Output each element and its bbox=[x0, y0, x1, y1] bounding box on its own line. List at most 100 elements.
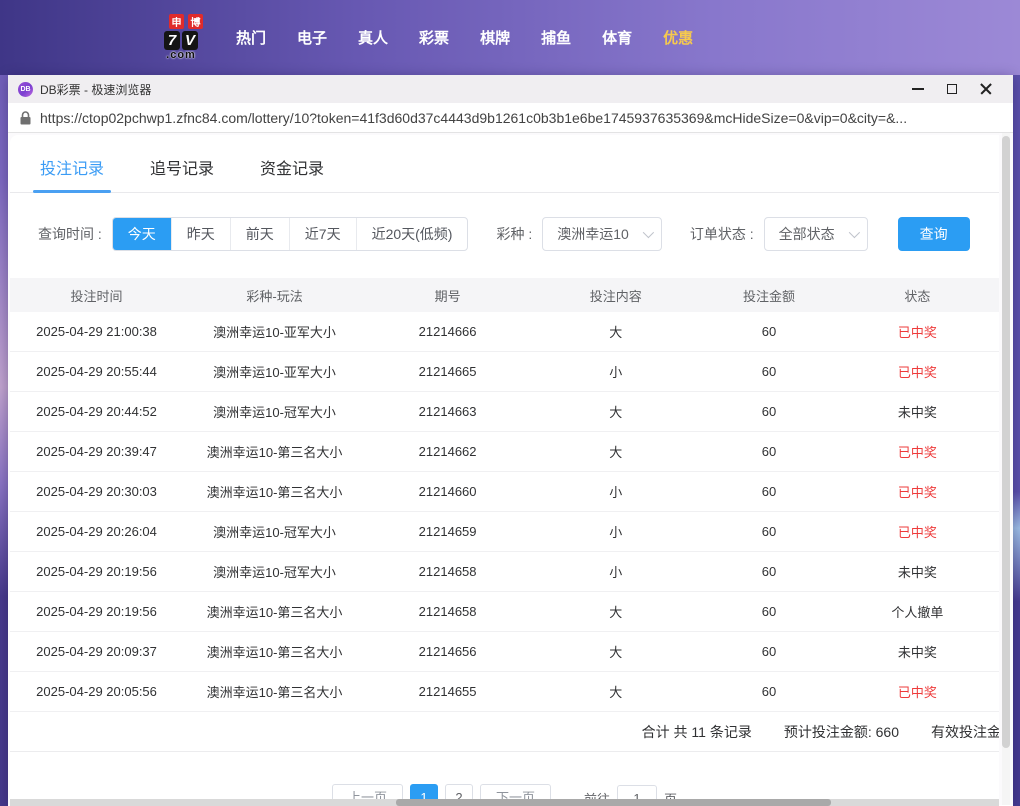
cell-content: 大 bbox=[529, 642, 702, 661]
lock-icon bbox=[20, 111, 31, 125]
status-badge: 已中奖 bbox=[836, 482, 999, 501]
cell-amount: 60 bbox=[702, 404, 836, 419]
site-header: 申 博 7 V .com 热门 电子 真人 彩票 棋牌 捕鱼 体育 优惠 bbox=[0, 0, 1020, 75]
cell-time: 2025-04-29 21:00:38 bbox=[10, 324, 183, 339]
cell-content: 大 bbox=[529, 442, 702, 461]
summary-expected: 预计投注金额: 660 bbox=[784, 722, 899, 742]
time-option-7days[interactable]: 近7天 bbox=[289, 218, 356, 250]
status-badge: 未中奖 bbox=[836, 642, 999, 661]
nav-item-sports[interactable]: 体育 bbox=[602, 27, 632, 48]
col-header-content: 投注内容 bbox=[529, 286, 702, 305]
window-titlebar[interactable]: DB DB彩票 - 极速浏览器 bbox=[8, 75, 1013, 103]
tab-fund-records[interactable]: 资金记录 bbox=[260, 155, 324, 192]
time-option-daybefore[interactable]: 前天 bbox=[230, 218, 289, 250]
summary-row: 合计 共 11 条记录 预计投注金额: 660 有效投注金额 bbox=[10, 712, 999, 752]
time-filter-label: 查询时间 : bbox=[38, 224, 102, 244]
cell-content: 小 bbox=[529, 482, 702, 501]
chevron-down-icon bbox=[848, 227, 859, 238]
browser-window: DB DB彩票 - 极速浏览器 https://ctop02pchwp1.zfn… bbox=[8, 75, 1013, 806]
nav-item-fishing[interactable]: 捕鱼 bbox=[541, 27, 571, 48]
table-row: 2025-04-29 20:19:56 澳洲幸运10-第三名大小 2121465… bbox=[10, 592, 999, 632]
chevron-down-icon bbox=[643, 227, 654, 238]
status-badge: 未中奖 bbox=[836, 402, 999, 421]
cell-content: 大 bbox=[529, 402, 702, 421]
order-status-select[interactable]: 全部状态 bbox=[764, 217, 868, 251]
table-header-row: 投注时间 彩种-玩法 期号 投注内容 投注金额 状态 bbox=[10, 278, 999, 312]
nav-item-board[interactable]: 棋牌 bbox=[480, 27, 510, 48]
minimize-icon bbox=[912, 88, 924, 90]
cell-time: 2025-04-29 20:30:03 bbox=[10, 484, 183, 499]
lottery-select-value: 澳洲幸运10 bbox=[557, 224, 629, 244]
logo-com-label: .com bbox=[166, 49, 196, 61]
status-badge: 个人撤单 bbox=[836, 602, 999, 621]
table-row: 2025-04-29 20:44:52 澳洲幸运10-冠军大小 21214663… bbox=[10, 392, 999, 432]
logo-tile: 7 bbox=[164, 31, 180, 50]
time-option-20days[interactable]: 近20天(低频) bbox=[356, 218, 468, 250]
cell-content: 小 bbox=[529, 522, 702, 541]
cell-play: 澳洲幸运10-第三名大小 bbox=[183, 442, 366, 461]
nav-item-live[interactable]: 真人 bbox=[358, 27, 388, 48]
table-row: 2025-04-29 20:39:47 澳洲幸运10-第三名大小 2121466… bbox=[10, 432, 999, 472]
cell-play: 澳洲幸运10-冠军大小 bbox=[183, 522, 366, 541]
close-button[interactable] bbox=[969, 75, 1003, 103]
lottery-filter-label: 彩种 : bbox=[496, 224, 532, 244]
col-header-issue: 期号 bbox=[366, 286, 529, 305]
cell-issue: 21214659 bbox=[366, 524, 529, 539]
cell-issue: 21214662 bbox=[366, 444, 529, 459]
cell-amount: 60 bbox=[702, 444, 836, 459]
cell-time: 2025-04-29 20:05:56 bbox=[10, 684, 183, 699]
cell-play: 澳洲幸运10-第三名大小 bbox=[183, 482, 366, 501]
status-badge: 已中奖 bbox=[836, 522, 999, 541]
main-nav: 热门 电子 真人 彩票 棋牌 捕鱼 体育 优惠 bbox=[236, 27, 693, 48]
col-header-status: 状态 bbox=[836, 286, 999, 305]
status-badge: 未中奖 bbox=[836, 562, 999, 581]
cell-play: 澳洲幸运10-冠军大小 bbox=[183, 562, 366, 581]
cell-issue: 21214658 bbox=[366, 604, 529, 619]
cell-play: 澳洲幸运10-亚军大小 bbox=[183, 362, 366, 381]
query-button[interactable]: 查询 bbox=[898, 217, 970, 251]
horizontal-scrollbar[interactable] bbox=[10, 799, 999, 806]
cell-issue: 21214658 bbox=[366, 564, 529, 579]
time-option-today[interactable]: 今天 bbox=[113, 217, 171, 251]
time-range-group: 今天 昨天 前天 近7天 近20天(低频) bbox=[112, 217, 469, 251]
nav-item-lottery[interactable]: 彩票 bbox=[419, 27, 449, 48]
cell-time: 2025-04-29 20:39:47 bbox=[10, 444, 183, 459]
url-text[interactable]: https://ctop02pchwp1.zfnc84.com/lottery/… bbox=[40, 110, 907, 126]
table-row: 2025-04-29 20:19:56 澳洲幸运10-冠军大小 21214658… bbox=[10, 552, 999, 592]
minimize-button[interactable] bbox=[901, 75, 935, 103]
cell-amount: 60 bbox=[702, 564, 836, 579]
maximize-icon bbox=[947, 84, 957, 94]
cell-issue: 21214665 bbox=[366, 364, 529, 379]
nav-item-slots[interactable]: 电子 bbox=[297, 27, 327, 48]
cell-content: 大 bbox=[529, 602, 702, 621]
vertical-scrollbar-thumb[interactable] bbox=[1002, 136, 1010, 748]
col-header-play: 彩种-玩法 bbox=[183, 286, 366, 305]
cell-amount: 60 bbox=[702, 364, 836, 379]
logo-tile: 申 bbox=[169, 14, 184, 29]
cell-amount: 60 bbox=[702, 484, 836, 499]
site-logo[interactable]: 申 博 7 V .com bbox=[148, 14, 214, 61]
maximize-button[interactable] bbox=[935, 75, 969, 103]
cell-play: 澳洲幸运10-第三名大小 bbox=[183, 642, 366, 661]
status-badge: 已中奖 bbox=[836, 682, 999, 701]
table-row: 2025-04-29 21:00:38 澳洲幸运10-亚军大小 21214666… bbox=[10, 312, 999, 352]
cell-content: 小 bbox=[529, 562, 702, 581]
cell-content: 大 bbox=[529, 682, 702, 701]
window-controls bbox=[901, 75, 1003, 103]
horizontal-scrollbar-thumb[interactable] bbox=[396, 799, 831, 806]
cell-content: 小 bbox=[529, 362, 702, 381]
col-header-time: 投注时间 bbox=[10, 286, 183, 305]
url-bar[interactable]: https://ctop02pchwp1.zfnc84.com/lottery/… bbox=[8, 103, 1013, 133]
nav-item-hot[interactable]: 热门 bbox=[236, 27, 266, 48]
vertical-scrollbar[interactable] bbox=[1002, 133, 1010, 805]
site-background-edge bbox=[1012, 75, 1020, 806]
nav-item-promo[interactable]: 优惠 bbox=[663, 27, 693, 48]
cell-issue: 21214656 bbox=[366, 644, 529, 659]
status-badge: 已中奖 bbox=[836, 442, 999, 461]
col-header-amount: 投注金额 bbox=[702, 286, 836, 305]
lottery-select[interactable]: 澳洲幸运10 bbox=[542, 217, 662, 251]
tab-chase-records[interactable]: 追号记录 bbox=[150, 155, 214, 192]
tab-bet-records[interactable]: 投注记录 bbox=[40, 155, 104, 192]
table-row: 2025-04-29 20:26:04 澳洲幸运10-冠军大小 21214659… bbox=[10, 512, 999, 552]
time-option-yesterday[interactable]: 昨天 bbox=[171, 218, 230, 250]
